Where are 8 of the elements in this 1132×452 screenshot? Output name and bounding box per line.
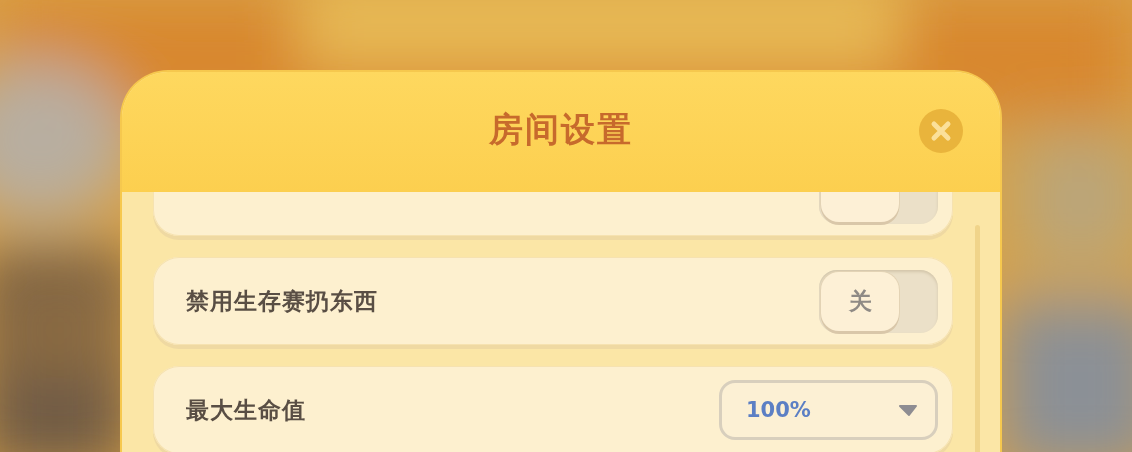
toggle-switch[interactable]: 关 bbox=[819, 269, 938, 333]
close-icon bbox=[930, 120, 952, 142]
close-button[interactable] bbox=[919, 109, 963, 153]
setting-label: 最大生命值 bbox=[186, 395, 306, 425]
dialog-title: 房间设置 bbox=[489, 108, 633, 151]
setting-label: 禁用生存赛扔东西 bbox=[186, 286, 378, 316]
caret-icon bbox=[899, 404, 917, 416]
dropdown[interactable]: 100% bbox=[719, 380, 938, 440]
